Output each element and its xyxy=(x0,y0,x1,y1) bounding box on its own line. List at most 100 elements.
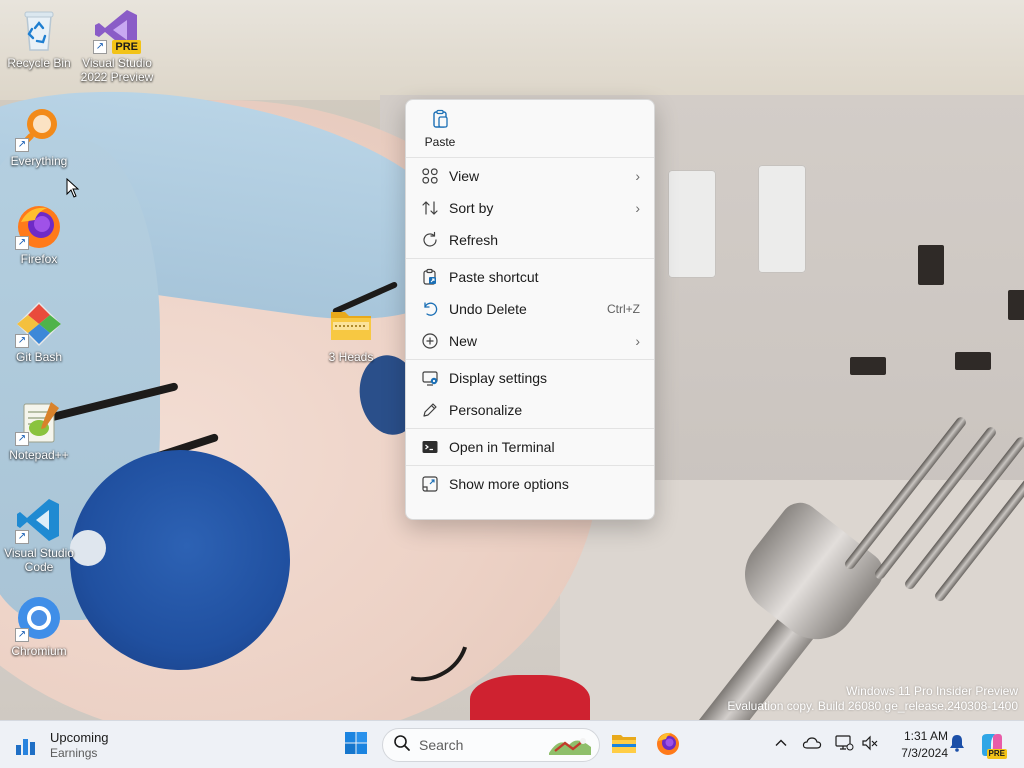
notification-center-button[interactable] xyxy=(947,734,967,757)
start-icon xyxy=(344,731,368,760)
wallpaper-outlet-slot xyxy=(1008,290,1024,320)
widgets-button[interactable]: Upcoming Earnings xyxy=(14,727,109,763)
preview-badge: PRE xyxy=(112,40,141,54)
desktop-icon-label-line1: Visual Studio xyxy=(4,546,74,560)
file-explorer-icon xyxy=(611,731,637,760)
chevron-right-icon: › xyxy=(635,200,640,216)
clock-date: 7/3/2024 xyxy=(901,746,948,760)
desktop-icon-3-heads[interactable]: 3 Heads xyxy=(313,300,389,364)
paste-button[interactable]: Paste xyxy=(414,105,466,153)
context-menu-section: View › Sort by › Refresh xyxy=(406,158,654,259)
menu-item-label: Show more options xyxy=(449,476,569,492)
desktop-context-menu: Paste View › Sort by › Refresh Paste sho… xyxy=(405,99,655,520)
desktop-icon-firefox[interactable]: ↗ Firefox xyxy=(1,202,77,266)
watermark-line2: Evaluation copy. Build 26080.ge_release.… xyxy=(727,699,1018,713)
desktop-icon-label: Git Bash xyxy=(15,350,63,364)
menu-item-label: View xyxy=(449,168,480,184)
bell-icon xyxy=(949,734,965,757)
volume-tray-button[interactable] xyxy=(860,735,880,755)
file-explorer-button[interactable] xyxy=(606,727,642,763)
shortcut-hint: Ctrl+Z xyxy=(607,302,640,316)
desktop-icon-notepad-plus-plus[interactable]: ↗ Notepad++ xyxy=(1,398,77,462)
widget-subtitle: Earnings xyxy=(50,745,98,760)
firefox-taskbar-button[interactable] xyxy=(650,727,686,763)
network-tray-button[interactable] xyxy=(834,734,854,757)
clock-time: 1:31 AM xyxy=(903,729,948,743)
desktop-icon-recycle-bin[interactable]: Recycle Bin xyxy=(1,6,77,70)
show-more-icon xyxy=(420,474,440,494)
menu-item-open-in-terminal[interactable]: Open in Terminal xyxy=(406,431,654,463)
firefox-icon: ↗ xyxy=(15,202,63,250)
search-box[interactable]: Search xyxy=(382,728,600,762)
search-placeholder: Search xyxy=(419,737,464,753)
menu-item-sort-by[interactable]: Sort by › xyxy=(406,192,654,224)
shortcut-arrow-icon: ↗ xyxy=(93,40,107,54)
onedrive-tray-button[interactable] xyxy=(802,735,822,755)
shortcut-arrow-icon: ↗ xyxy=(15,334,29,348)
show-hidden-icons-button[interactable] xyxy=(771,735,791,755)
desktop-icon-git-bash[interactable]: ↗ Git Bash xyxy=(1,300,77,364)
context-menu-section: Paste shortcut Undo Delete Ctrl+Z New › xyxy=(406,259,654,360)
wallpaper-socket xyxy=(758,165,806,273)
chevron-up-icon xyxy=(774,736,788,755)
context-menu-section: Open in Terminal xyxy=(406,429,654,466)
menu-item-label: Personalize xyxy=(449,402,523,418)
desktop-icon-visual-studio-preview[interactable]: ↗ PRE Visual Studio 2022 Preview xyxy=(79,6,155,84)
menu-item-paste-shortcut[interactable]: Paste shortcut xyxy=(406,261,654,293)
wallpaper-outlet-slot xyxy=(918,245,944,285)
desktop-icon-vscode[interactable]: ↗ Visual Studio Code xyxy=(1,496,77,574)
zip-folder-icon xyxy=(327,300,375,348)
shortcut-arrow-icon: ↗ xyxy=(15,138,29,152)
context-menu-top-actions: Paste xyxy=(406,100,654,158)
paste-label: Paste xyxy=(424,135,456,149)
volume-muted-icon xyxy=(861,734,879,757)
undo-icon xyxy=(420,299,440,319)
refresh-icon xyxy=(420,230,440,250)
menu-item-show-more-options[interactable]: Show more options xyxy=(406,468,654,500)
copilot-preview-badge: PRE xyxy=(986,749,1007,759)
terminal-icon xyxy=(420,437,440,457)
desktop-icon-label: Notepad++ xyxy=(9,448,69,462)
wallpaper-socket xyxy=(668,170,716,278)
desktop-icon-label-line1: Visual Studio xyxy=(82,56,152,70)
display-settings-icon xyxy=(420,368,440,388)
desktop-icon-label-line2: Code xyxy=(24,560,54,574)
menu-item-label: Display settings xyxy=(449,370,548,386)
pen-icon xyxy=(420,400,440,420)
copilot-button[interactable]: PRE xyxy=(974,727,1010,763)
notepad-plus-plus-icon: ↗ xyxy=(15,398,63,446)
git-bash-icon: ↗ xyxy=(15,300,63,348)
menu-item-label: Refresh xyxy=(449,232,499,248)
copilot-icon: PRE xyxy=(979,732,1007,759)
shortcut-arrow-icon: ↗ xyxy=(15,628,29,642)
shortcut-arrow-icon: ↗ xyxy=(15,530,29,544)
onedrive-icon xyxy=(802,736,822,755)
grid-icon xyxy=(420,166,440,186)
plus-circle-icon xyxy=(420,331,440,351)
menu-item-new[interactable]: New › xyxy=(406,325,654,357)
chevron-right-icon: › xyxy=(635,333,640,349)
desktop-icon-label-line2: 2022 Preview xyxy=(80,70,154,84)
desktop-icon-label: 3 Heads xyxy=(328,350,374,364)
activation-watermark: Windows 11 Pro Insider Preview Evaluatio… xyxy=(727,684,1018,714)
network-icon xyxy=(834,734,854,757)
search-icon xyxy=(393,734,411,757)
menu-item-undo-delete[interactable]: Undo Delete Ctrl+Z xyxy=(406,293,654,325)
desktop-icon-chromium[interactable]: ↗ Chromium xyxy=(1,594,77,658)
wallpaper-outlet-slot xyxy=(955,352,991,370)
menu-item-label: Sort by xyxy=(449,200,494,216)
visual-studio-preview-icon: ↗ PRE xyxy=(93,6,141,54)
menu-item-view[interactable]: View › xyxy=(406,160,654,192)
menu-item-refresh[interactable]: Refresh xyxy=(406,224,654,256)
context-menu-section: Display settings Personalize xyxy=(406,360,654,429)
shortcut-arrow-icon: ↗ xyxy=(15,432,29,446)
start-button[interactable] xyxy=(338,727,374,763)
vscode-icon: ↗ xyxy=(15,496,63,544)
menu-item-display-settings[interactable]: Display settings xyxy=(406,362,654,394)
context-menu-section: Show more options xyxy=(406,466,654,502)
system-clock[interactable]: 1:31 AM 7/3/2024 xyxy=(886,728,948,762)
desktop-icon-label: Firefox xyxy=(20,252,58,266)
menu-item-label: Undo Delete xyxy=(449,301,527,317)
desktop-icon-everything[interactable]: ↗ Everything xyxy=(1,104,77,168)
menu-item-personalize[interactable]: Personalize xyxy=(406,394,654,426)
